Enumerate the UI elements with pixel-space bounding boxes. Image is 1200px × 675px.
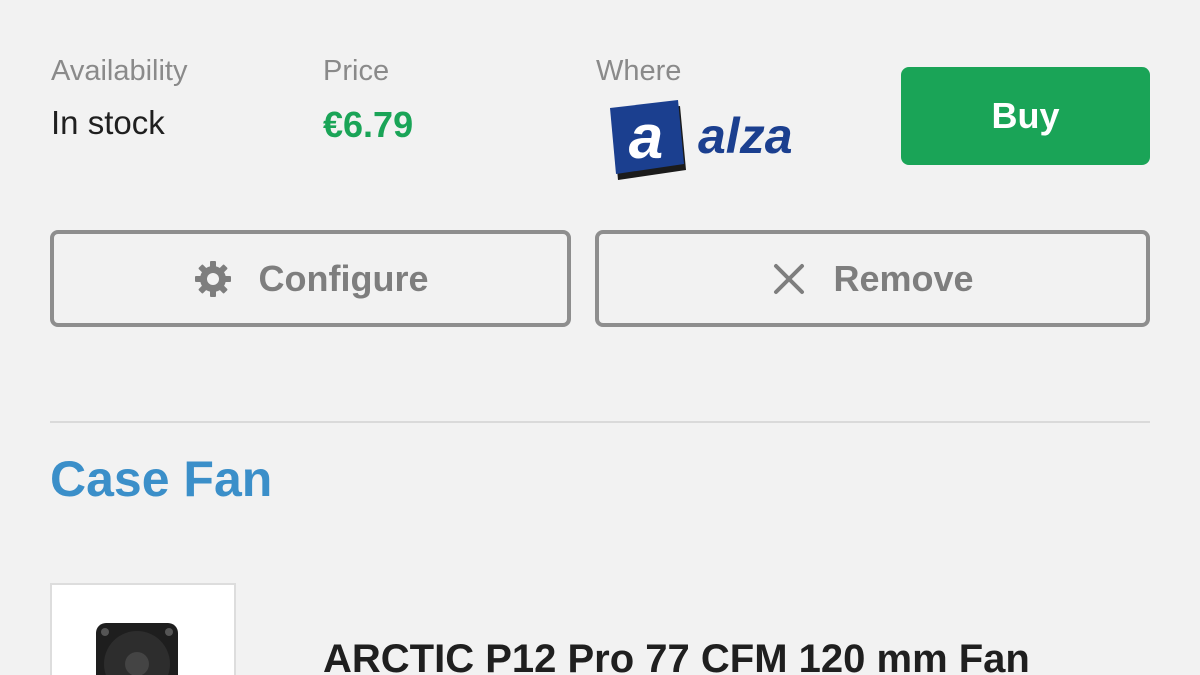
alza-store-logo[interactable]: a alza [608,98,823,184]
gear-icon [193,259,233,299]
where-label: Where [596,55,682,87]
availability-label: Availability [51,55,188,87]
availability-value: In stock [51,104,165,141]
product-thumbnail[interactable] [50,583,236,675]
buy-button[interactable]: Buy [901,67,1150,165]
svg-text:a: a [629,103,663,172]
price-label: Price [323,55,390,87]
configure-button[interactable]: Configure [50,230,571,327]
section-title: Case Fan [50,451,273,507]
part-list-page: Availability In stock Price €6.79 Where … [0,0,1200,675]
remove-button[interactable]: Remove [595,230,1150,327]
price-value: €6.79 [323,104,414,145]
close-icon [771,261,807,297]
remove-label: Remove [833,257,974,299]
svg-text:alza: alza [698,108,793,164]
product-name[interactable]: ARCTIC P12 Pro 77 CFM 120 mm Fan [323,637,1030,675]
configure-label: Configure [258,257,429,299]
section-divider [50,421,1150,423]
fan-thumbnail-icon [96,623,178,675]
